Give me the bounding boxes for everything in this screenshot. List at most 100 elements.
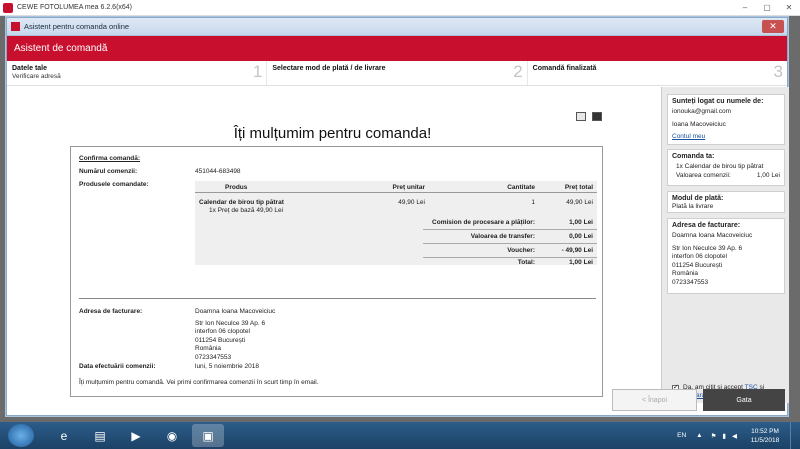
- thank-you-note: Îți mulțumim pentru comandă. Vei primi c…: [79, 379, 319, 386]
- col-unit-price: Preț unitar: [392, 184, 425, 191]
- dialog-app-icon: [11, 22, 20, 31]
- my-account-link[interactable]: Contul meu: [672, 133, 705, 140]
- tray-arrow-icon[interactable]: ▲: [696, 432, 702, 439]
- network-icon[interactable]: ▮: [722, 432, 726, 440]
- billing-line: Str Ion Neculce 39 Ap. 6: [195, 319, 266, 327]
- step-payment-delivery: Selectare mod de plată / de livrare 2: [267, 61, 528, 85]
- products-table: Produs Preț unitar Cantitate Preț total …: [195, 181, 597, 266]
- clock[interactable]: 10:52 PM 11/5/2018: [745, 427, 785, 445]
- order-summary-card: Comanda ta: 1x Calendar de birou tip păt…: [667, 149, 785, 186]
- clock-time: 10:52 PM: [751, 427, 779, 435]
- flag-icon[interactable]: ⚑: [711, 432, 717, 440]
- total-value: 1,00 Lei: [569, 259, 593, 266]
- billing-line: interfon 06 clopotel: [195, 328, 250, 335]
- order-dialog: Asistent pentru comanda online ✕ Asisten…: [6, 17, 789, 416]
- billing-card: Adresa de facturare: Doamna Ioana Macove…: [667, 218, 785, 294]
- billing-line: România: [195, 345, 222, 352]
- step-number: 1: [252, 62, 263, 81]
- app-titlebar: CEWE FOTOLUMEA mea 6.2.6(x64) – ▢ ✕: [0, 0, 800, 16]
- item-unit-price: 49,90 Lei: [398, 199, 425, 206]
- order-date: luni, 5 noiembrie 2018: [195, 363, 259, 370]
- dialog-title: Asistent pentru comanda online: [24, 22, 130, 31]
- system-tray: EN ▲ ⚑ ▮ ◀ 10:52 PM 11/5/2018: [677, 422, 800, 449]
- side-billing-line: Str Ion Neculce 39 Ap. 6: [672, 244, 743, 252]
- step-number: 2: [513, 62, 523, 81]
- row-separator: [423, 257, 597, 258]
- side-billing-line: 011254 București: [672, 261, 723, 269]
- order-number-label: Numărul comenzii:: [79, 168, 138, 175]
- side-panel: Sunteți logat cu numele de: ionouka@gmai…: [661, 87, 789, 403]
- print-icon[interactable]: [592, 112, 602, 121]
- fee-label: Comision de procesare a plăților:: [432, 219, 535, 226]
- wizard-header: Asistent de comandă: [7, 36, 787, 61]
- save-image-icon[interactable]: [576, 112, 586, 121]
- order-value-row: Valoarea comenzii: 1,00 Lei: [672, 172, 780, 181]
- step-your-data: Datele tale Verificare adresă 1: [7, 61, 268, 85]
- app-title: CEWE FOTOLUMEA mea 6.2.6(x64): [17, 4, 133, 11]
- step-title: Comandă finalizată: [532, 65, 597, 72]
- payment-title: Modul de plată:: [672, 195, 724, 202]
- step-order-complete: Comandă finalizată 3: [528, 61, 787, 85]
- order-number: 451044-683498: [195, 168, 241, 175]
- billing-line: 0723347553: [195, 353, 232, 361]
- order-confirmation: Confirma comandă: Numărul comenzii: 4510…: [70, 146, 603, 397]
- start-button-icon[interactable]: [8, 424, 34, 447]
- wizard-steps: Datele tale Verificare adresă 1 Selectar…: [7, 61, 787, 86]
- item-detail: 1x Preț de bază 49,90 Lei: [209, 207, 284, 214]
- chrome-icon[interactable]: ◉: [156, 424, 188, 447]
- file-explorer-icon[interactable]: ▤: [84, 424, 116, 447]
- page-title: Îți mulțumim pentru comanda!: [233, 125, 432, 142]
- col-product: Produs: [225, 184, 248, 191]
- order-date-label: Data efectuării comenzii:: [79, 363, 156, 370]
- logged-in-card: Sunteți logat cu numele de: ionouka@gmai…: [667, 94, 785, 145]
- user-name: Ioana Macoveiciuc: [672, 120, 726, 128]
- side-billing-line: 0723347553: [672, 278, 709, 286]
- user-email: ionouka@gmail.com: [672, 108, 731, 115]
- billing-address: Doamna Ioana Macoveiciuc Str Ion Neculce…: [195, 308, 275, 362]
- billing-label: Adresa de facturare:: [79, 308, 143, 315]
- side-billing-line: România: [672, 270, 699, 277]
- side-billing-line: interfon 06 clopotel: [672, 253, 727, 260]
- logged-in-title: Sunteți logat cu numele de:: [672, 98, 764, 105]
- main-content: Îți mulțumim pentru comanda! Confirma co…: [8, 87, 657, 403]
- fee-value: - 49,90 Lei: [561, 247, 593, 254]
- window-controls: – ▢ ✕: [734, 0, 800, 14]
- internet-explorer-icon[interactable]: e: [48, 424, 80, 447]
- item-total: 49,90 Lei: [566, 199, 593, 206]
- step-title: Datele tale: [12, 65, 48, 72]
- step-number: 3: [773, 62, 783, 81]
- order-summary-item: 1x Calendar de birou tip pătrat: [676, 163, 764, 170]
- fee-label: Voucher:: [507, 247, 535, 254]
- order-value-label: Valoarea comenzii:: [676, 171, 731, 179]
- side-billing-title: Adresa de facturare:: [672, 222, 741, 229]
- show-desktop-button[interactable]: [790, 422, 800, 449]
- maximize-icon[interactable]: ▢: [756, 0, 778, 14]
- order-summary-title: Comanda ta:: [672, 153, 715, 160]
- fee-value: 1,00 Lei: [569, 219, 593, 226]
- confirm-title: Confirma comandă:: [79, 155, 141, 162]
- cewe-app-icon[interactable]: ▣: [192, 424, 224, 447]
- minimize-icon[interactable]: –: [734, 0, 756, 14]
- fee-label: Valoarea de transfer:: [470, 233, 535, 240]
- language-indicator[interactable]: EN: [677, 432, 686, 439]
- row-separator: [423, 229, 597, 230]
- clock-date: 11/5/2018: [750, 436, 780, 444]
- step-title: Selectare mod de plată / de livrare: [272, 65, 386, 72]
- volume-icon[interactable]: ◀: [732, 432, 737, 440]
- item-name: Calendar de birou tip pătrat: [199, 199, 284, 206]
- products-label: Produsele comandate:: [79, 181, 149, 188]
- close-icon[interactable]: ✕: [778, 0, 800, 14]
- payment-value: Plată la livrare: [672, 203, 714, 210]
- side-billing-line: Doamna Ioana Macoveiciuc: [672, 232, 753, 239]
- dialog-close-button[interactable]: ✕: [762, 20, 784, 33]
- cewe-logo-icon: [3, 2, 13, 13]
- billing-line: 011254 București: [195, 336, 246, 344]
- back-button[interactable]: < Înapoi: [612, 389, 697, 411]
- section-divider: [79, 298, 596, 299]
- dialog-titlebar: Asistent pentru comanda online ✕: [7, 18, 787, 36]
- order-value: 1,00 Lei: [756, 171, 780, 179]
- media-player-icon[interactable]: ▶: [120, 424, 152, 447]
- row-separator: [423, 243, 597, 244]
- step-subtitle: Verificare adresă: [12, 73, 61, 80]
- done-button[interactable]: Gata: [703, 389, 785, 411]
